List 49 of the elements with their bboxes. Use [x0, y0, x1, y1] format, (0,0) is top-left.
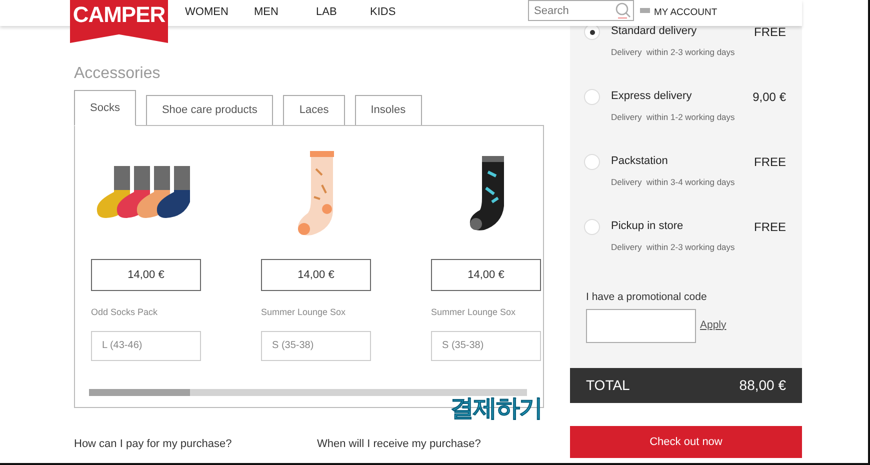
category-tab[interactable]: Insoles — [354, 95, 422, 126]
product-name: Odd Socks Pack — [91, 306, 159, 319]
scrollbar-thumb[interactable] — [89, 389, 190, 396]
total-amount: 88,00 € — [739, 376, 786, 395]
faq-link[interactable]: How can I pay for my purchase? — [74, 436, 232, 452]
brand-logo[interactable]: CAMPER — [70, 0, 168, 43]
price-label: 14,00 € — [261, 259, 371, 291]
nav-link[interactable]: KIDS — [370, 4, 396, 20]
faq-link[interactable]: When will I receive my purchase? — [317, 436, 481, 452]
promo-label: I have a promotional code — [586, 290, 708, 305]
search-field[interactable]: Search — [528, 0, 634, 21]
option-price: FREE — [754, 154, 786, 171]
category-tab[interactable]: Laces — [283, 95, 345, 126]
checkout-button[interactable]: Check out now — [570, 426, 802, 458]
flag-icon — [640, 8, 650, 13]
option-price: 9,00 € — [752, 89, 786, 106]
option-name: Pickup in store — [611, 219, 684, 234]
option-detail: Delivery within 2-3 working days — [611, 46, 735, 58]
option-price: FREE — [754, 219, 786, 236]
product-name: Summer Lounge Sox — [431, 306, 517, 319]
scrollbar-track[interactable] — [89, 389, 527, 396]
price-label: 14,00 € — [91, 259, 201, 291]
category-tab[interactable]: Socks — [74, 90, 136, 126]
nav-link[interactable]: LAB — [316, 4, 337, 20]
size-select[interactable]: S (35-38) — [261, 330, 371, 360]
option-detail: Delivery within 2-3 working days — [611, 240, 735, 254]
section-title: Accessories — [74, 64, 162, 84]
option-detail: Delivery within 3-4 working days — [611, 176, 735, 188]
radio-button[interactable] — [584, 154, 600, 170]
total-label: TOTAL — [586, 376, 630, 395]
caption-text: 결제하기 — [450, 393, 542, 424]
nav-link[interactable]: MEN — [254, 4, 278, 20]
option-price: FREE — [754, 24, 786, 41]
radio-button[interactable] — [584, 89, 600, 105]
apply-link[interactable]: Apply — [700, 318, 726, 334]
size-select[interactable]: S (35-38) — [431, 330, 541, 360]
price-label: 14,00 € — [431, 259, 541, 291]
category-tab[interactable]: Shoe care products — [146, 95, 274, 126]
search-icon[interactable] — [615, 2, 631, 19]
size-select[interactable]: L (43-46) — [91, 330, 201, 360]
option-name: Express delivery — [611, 89, 693, 104]
account-link[interactable]: MY ACCOUNT — [654, 6, 718, 20]
radio-button[interactable] — [584, 219, 600, 235]
promo-code-field[interactable] — [586, 308, 696, 342]
option-name: Standard delivery — [611, 24, 698, 39]
nav-link[interactable]: WOMEN — [185, 4, 228, 20]
product-name: Summer Lounge Sox — [261, 306, 347, 319]
option-name: Packstation — [611, 154, 669, 169]
option-detail: Delivery within 1-2 working days — [611, 110, 735, 124]
